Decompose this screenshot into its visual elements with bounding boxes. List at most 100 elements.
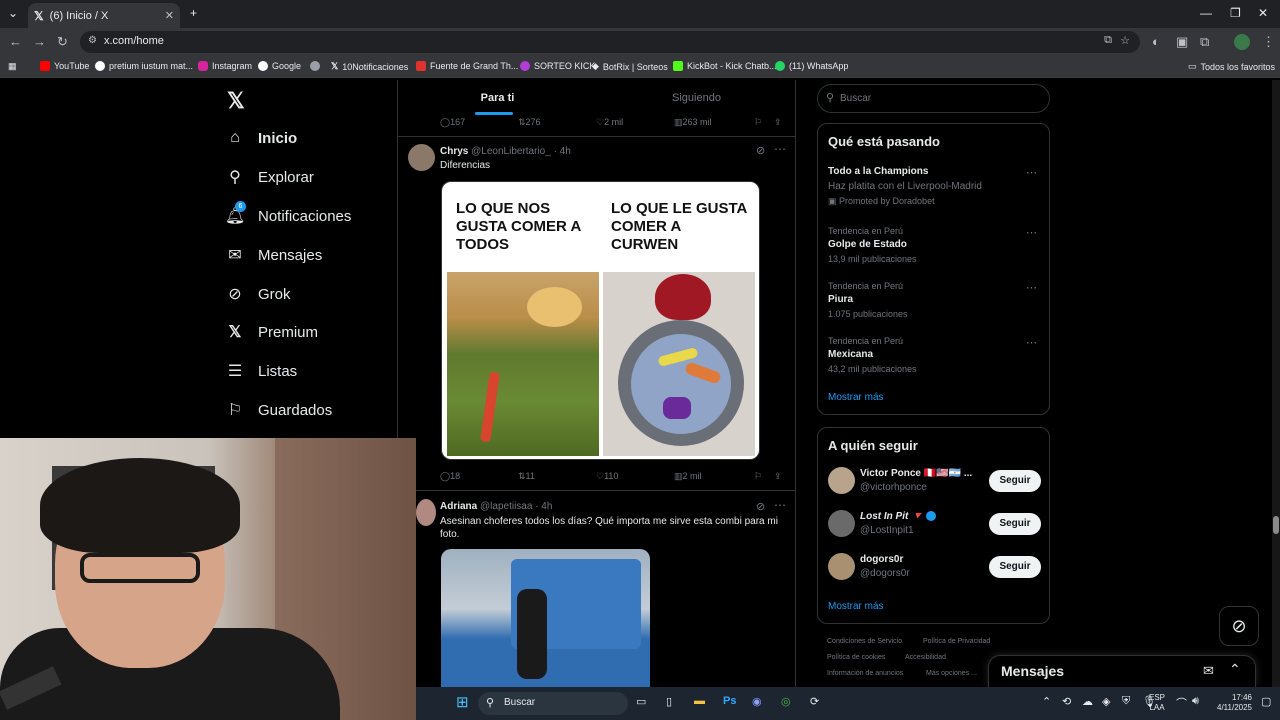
site-info-icon[interactable]: ⚙ <box>88 35 97 46</box>
tray-chevron-icon[interactable]: ⌃ <box>1042 695 1051 708</box>
scrollbar-thumb[interactable] <box>1273 516 1279 534</box>
star-icon[interactable]: ☆ <box>1120 34 1130 47</box>
footer-link-privacy[interactable]: Política de Privacidad <box>923 638 990 645</box>
search-input[interactable]: ⚲ Buscar <box>817 84 1050 113</box>
apps-grid-icon[interactable]: ▦ <box>8 61 17 72</box>
x-logo-icon[interactable]: 𝕏 <box>227 88 245 114</box>
avatar[interactable] <box>408 144 435 171</box>
nav-inicio[interactable]: ⌂ Inicio <box>226 129 297 147</box>
show-more-follow-link[interactable]: Mostrar más <box>828 601 884 612</box>
follow-item[interactable]: Lost In Pit 🔻 @LostInpit1 Seguir <box>828 509 1041 539</box>
nav-notificaciones[interactable]: 🔔︎ 6 Notificaciones <box>225 201 351 225</box>
footer-link-accessibility[interactable]: Accesibilidad <box>905 654 946 661</box>
bookmark-icon[interactable]: ⚐ <box>754 117 762 128</box>
extension-icon-2[interactable]: ▣ <box>1176 34 1188 50</box>
language-indicator[interactable]: ESP LAA <box>1149 693 1165 713</box>
back-icon[interactable]: ← <box>9 34 22 49</box>
close-window-icon[interactable]: ✕ <box>1258 6 1268 20</box>
trend-item[interactable]: Tendencia en Perú Mexicana 43,2 mil publ… <box>828 336 1041 374</box>
chrome-icon[interactable]: ◎ <box>781 695 791 708</box>
more-icon[interactable]: ⋯ <box>1026 336 1037 349</box>
tweet-image[interactable]: LO QUE NOS GUSTA COMER A TODOS LO QUE LE… <box>441 181 760 460</box>
nav-grok[interactable]: ⊘ Grok <box>226 285 290 304</box>
share-icon[interactable]: ⇪ <box>774 471 782 482</box>
clock[interactable]: 17:46 4/11/2025 <box>1214 693 1252 713</box>
task-view-icon[interactable]: ▭ <box>636 695 646 708</box>
tweet-image[interactable] <box>441 549 650 687</box>
views-button[interactable]: ▥ 2 mil <box>674 471 702 482</box>
trend-promo[interactable]: Todo a la Champions Haz platita con el L… <box>828 166 1041 207</box>
menu-kebab-icon[interactable]: ⋮ <box>1262 34 1275 50</box>
browser-tab[interactable]: 𝕏 (6) Inicio / X ✕ <box>28 3 180 28</box>
more-icon[interactable]: ⋯ <box>1026 281 1037 294</box>
new-message-icon[interactable]: ✉ <box>1203 663 1214 679</box>
follow-button[interactable]: Seguir <box>989 556 1041 578</box>
repost-button[interactable]: ⇅ 11 <box>518 471 535 482</box>
file-explorer-icon[interactable]: ▬ <box>694 695 705 707</box>
tab-para-ti[interactable]: Para ti <box>398 80 597 120</box>
repost-button[interactable]: ⇅ 276 <box>518 117 541 128</box>
follow-button[interactable]: Seguir <box>989 470 1041 492</box>
bookmark-kickbot[interactable]: KickBot - Kick Chatb... <box>673 61 777 71</box>
tab-siguiendo[interactable]: Siguiendo <box>597 80 796 120</box>
author-name[interactable]: Adriana <box>440 501 477 512</box>
shield-icon[interactable]: ⛨ <box>1122 695 1130 708</box>
nav-guardados[interactable]: ⚐ Guardados <box>226 401 332 420</box>
volume-icon[interactable]: 🔊︎ <box>1192 695 1199 708</box>
tray-app-icon[interactable]: ◈ <box>1102 695 1110 708</box>
address-bar[interactable]: ⚙ x.com/home ⧉ ☆ <box>80 31 1140 53</box>
trend-item[interactable]: Tendencia en Perú Piura 1.075 publicacio… <box>828 281 1041 319</box>
expand-icon[interactable]: ⌃ <box>1229 661 1241 678</box>
footer-link-cookies[interactable]: Política de cookies <box>827 654 885 661</box>
author-name[interactable]: Chrys <box>440 146 468 157</box>
taskbar-search[interactable]: ⚲ Buscar <box>478 692 628 715</box>
bookmark-icon[interactable]: ⚐ <box>754 471 762 482</box>
minimize-icon[interactable]: — <box>1200 6 1212 20</box>
avatar[interactable] <box>416 499 436 526</box>
follow-item[interactable]: Victor Ponce 🇵🇪🇺🇸🇦🇷 ... @victorhponce Se… <box>828 466 1041 496</box>
more-icon[interactable]: ⋯ <box>1026 226 1037 239</box>
follow-button[interactable]: Seguir <box>989 513 1041 535</box>
close-tab-icon[interactable]: ✕ <box>165 9 174 22</box>
network-icon[interactable]: ⌒ <box>1176 695 1187 711</box>
extension-icon[interactable]: ◐ <box>1152 34 1160 49</box>
bookmark-instagram[interactable]: Instagram <box>198 61 252 71</box>
footer-link-terms[interactable]: Condiciones de Servicio <box>827 638 902 645</box>
onedrive-icon[interactable]: ☁ <box>1082 695 1093 708</box>
discord-icon[interactable]: ◉ <box>752 695 762 708</box>
bookmark-botrix[interactable]: ◆ BotRix | Sorteos <box>592 61 668 72</box>
author-handle[interactable]: @LeonLibertario_ · 4h <box>471 146 571 157</box>
more-icon[interactable]: ⋯ <box>774 142 786 156</box>
forward-icon[interactable]: → <box>33 34 46 49</box>
like-button[interactable]: ♡ 2 mil <box>596 117 623 128</box>
follow-item[interactable]: dogors0r @dogors0r Seguir <box>828 552 1041 582</box>
tray-icon[interactable]: ⟲ <box>1062 695 1071 708</box>
reply-button[interactable]: ◯ 167 <box>440 117 465 128</box>
restore-icon[interactable]: ❐ <box>1230 6 1241 20</box>
install-app-icon[interactable]: ⧉ <box>1104 34 1112 47</box>
profile-avatar[interactable] <box>1234 34 1250 50</box>
grok-fab-icon[interactable]: ⊘ <box>1219 606 1259 646</box>
bookmark-sorteo-kick[interactable]: SORTEO KICK <box>520 61 595 71</box>
show-more-trends-link[interactable]: Mostrar más <box>828 392 884 403</box>
trend-item[interactable]: Tendencia en Perú Golpe de Estado 13,9 m… <box>828 226 1041 264</box>
app-icon[interactable]: ▯ <box>666 695 672 708</box>
footer-link-ads[interactable]: Información de anuncios <box>827 670 903 677</box>
reply-button[interactable]: ◯ 18 <box>440 471 460 482</box>
scrollbar[interactable] <box>1272 80 1280 687</box>
bookmark-gta[interactable]: Fuente de Grand Th... <box>416 61 518 71</box>
bookmark-whatsapp[interactable]: (11) WhatsApp <box>775 61 848 71</box>
nav-explorar[interactable]: ⚲ Explorar <box>226 168 314 187</box>
bookmark-pretium[interactable]: pretium iustum mat... <box>95 61 193 71</box>
reload-icon[interactable]: ↻ <box>57 34 68 50</box>
grok-icon[interactable]: ⊘ <box>756 500 765 513</box>
bookmark-10notificaciones[interactable]: 𝕏 10Notificaciones <box>331 61 408 72</box>
notification-center-icon[interactable]: ▢ <box>1261 695 1271 708</box>
footer-link-more[interactable]: Más opciones ... <box>926 670 977 677</box>
nav-mensajes[interactable]: ✉ Mensajes <box>226 246 322 265</box>
tab-search-icon[interactable]: ⌄ <box>8 6 18 20</box>
bookmark-youtube[interactable]: YouTube <box>40 61 89 71</box>
nav-premium[interactable]: 𝕏 Premium <box>226 323 318 342</box>
bookmark-globe[interactable] <box>310 61 320 71</box>
windows-start-icon[interactable]: ⊞ <box>456 693 469 711</box>
